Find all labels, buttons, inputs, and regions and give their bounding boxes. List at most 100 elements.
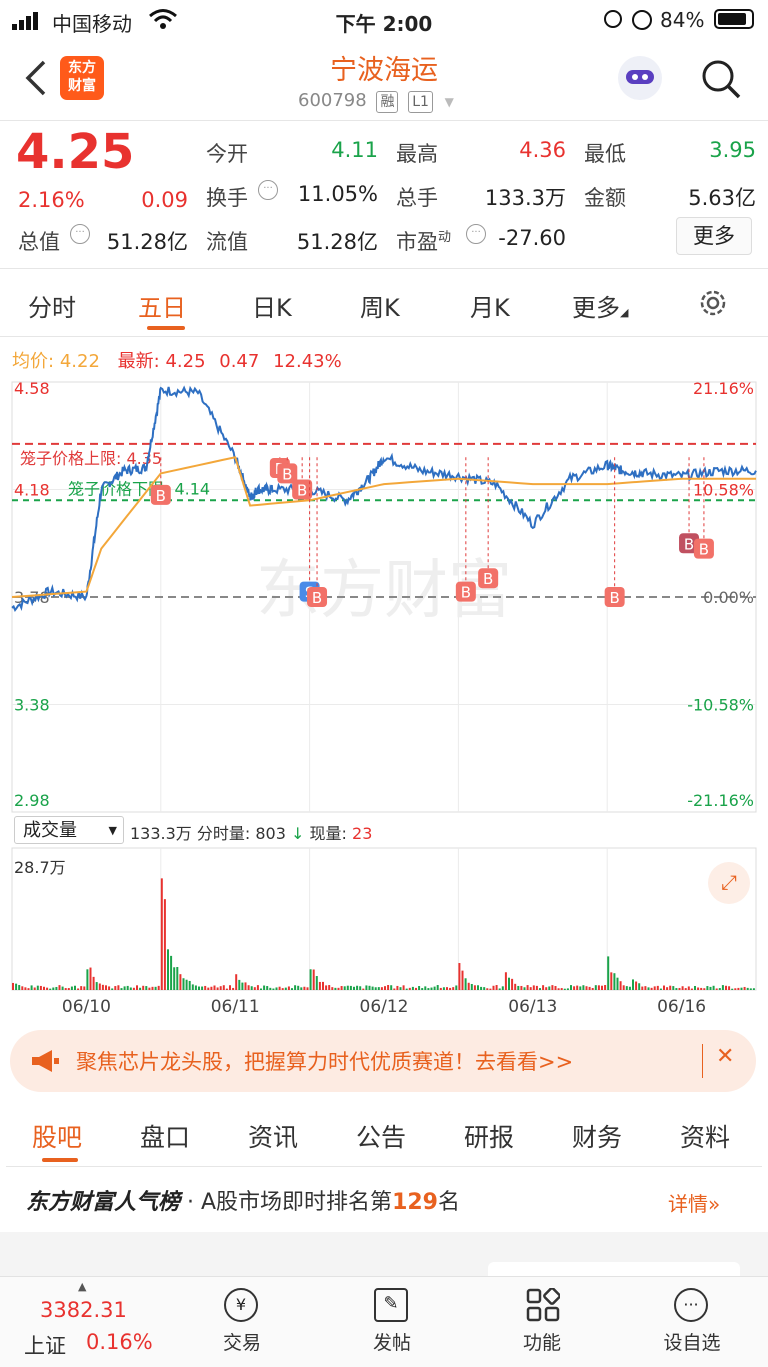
- post-edit-icon[interactable]: ✎: [374, 1288, 408, 1322]
- index-percent[interactable]: 0.16%: [86, 1330, 153, 1354]
- tab-monthly-k[interactable]: 月K: [470, 288, 510, 323]
- y-tick-right: 0.00%: [703, 588, 754, 607]
- volume-bar: [551, 985, 554, 990]
- volume-bar: [70, 986, 73, 990]
- index-value[interactable]: 3382.31: [40, 1298, 127, 1322]
- volume-bar: [80, 986, 83, 990]
- volume-bar: [225, 988, 228, 990]
- low-label: 最低: [584, 142, 626, 166]
- volume-bar: [77, 988, 80, 990]
- expand-icon[interactable]: ⤢: [708, 862, 750, 904]
- trade-marker-label: B: [461, 584, 471, 602]
- volume-bar: [442, 987, 445, 990]
- tab-five-day[interactable]: 五日: [138, 288, 186, 323]
- info-icon[interactable]: ···: [466, 224, 486, 244]
- lower-limit-label: 笼子价格下限: 4.14: [68, 479, 210, 498]
- nav-add-watchlist[interactable]: 设自选: [642, 1328, 742, 1355]
- tab-finance[interactable]: 财务: [572, 1118, 622, 1154]
- trade-marker-label: B: [297, 482, 307, 500]
- volume-bar: [483, 987, 486, 990]
- volume-bar: [74, 985, 76, 990]
- volume-bar: [384, 986, 386, 990]
- more-dots-icon[interactable]: ···: [674, 1288, 708, 1322]
- volume-bar: [154, 986, 157, 990]
- nav-functions[interactable]: 功能: [492, 1328, 592, 1355]
- volume-bar: [588, 986, 591, 990]
- close-icon[interactable]: ✕: [716, 1044, 734, 1069]
- lock-rotation-icon: [604, 10, 622, 28]
- y-tick-left: 4.18: [14, 481, 50, 500]
- volume-bar: [33, 987, 36, 990]
- volume-bar: [734, 988, 737, 990]
- volume-bar: [542, 985, 545, 990]
- volume-bar: [101, 984, 104, 990]
- volume-bar: [15, 983, 18, 990]
- volume-bar: [278, 986, 281, 990]
- volume-bar: [179, 974, 182, 990]
- volume-bar: [449, 987, 452, 990]
- nav-trade[interactable]: 交易: [192, 1328, 292, 1355]
- nav-post[interactable]: 发帖: [342, 1328, 442, 1355]
- change-amount: 0.09: [141, 188, 188, 212]
- double-chevron-icon: »: [708, 1192, 721, 1216]
- more-button[interactable]: 更多: [676, 217, 752, 255]
- volume-bar: [377, 987, 380, 990]
- robot-assistant-icon[interactable]: [618, 56, 662, 100]
- volume-bar: [461, 970, 464, 990]
- volume-bar: [98, 983, 101, 990]
- tab-research[interactable]: 研报: [464, 1118, 514, 1154]
- volume-bar: [12, 982, 14, 990]
- dropdown-icon: ◢: [620, 306, 629, 319]
- x-date-label: 06/10: [62, 997, 111, 1017]
- volume-bar: [492, 985, 495, 990]
- volume-bar: [238, 979, 241, 990]
- volume-bar: [281, 988, 284, 990]
- tab-intraday[interactable]: 分时: [28, 288, 76, 323]
- volume-bar: [95, 982, 98, 990]
- tab-profile[interactable]: 资料: [680, 1118, 730, 1154]
- tab-guba[interactable]: 股吧: [32, 1118, 82, 1154]
- tab-order-book[interactable]: 盘口: [140, 1118, 190, 1154]
- settings-gear-icon[interactable]: [696, 286, 730, 324]
- apps-grid-icon[interactable]: [526, 1287, 561, 1326]
- tab-weekly-k[interactable]: 周K: [360, 288, 400, 323]
- battery-icon: [714, 9, 754, 29]
- tab-news[interactable]: 资讯: [248, 1118, 298, 1154]
- volume-bar: [46, 987, 49, 990]
- volume-bar: [92, 976, 95, 990]
- volume-bar: [396, 985, 399, 990]
- info-icon[interactable]: ···: [258, 180, 278, 200]
- volume-bar: [167, 949, 169, 990]
- volume-bar: [653, 986, 656, 990]
- volume-bar: [148, 987, 151, 990]
- y-tick-right: -10.58%: [687, 696, 754, 715]
- rank-detail-link[interactable]: 详情»: [668, 1188, 720, 1217]
- info-icon[interactable]: ···: [70, 224, 90, 244]
- turnover-value: 11.05%: [297, 182, 378, 206]
- index-name[interactable]: 上证: [24, 1330, 66, 1360]
- volume-bar: [67, 988, 70, 990]
- volume-selector-label: 成交量: [23, 820, 77, 841]
- tab-daily-k[interactable]: 日K: [252, 288, 292, 323]
- popularity-rank[interactable]: 东方财富人气榜 · A股市场即时排名第129名: [26, 1184, 460, 1216]
- volume-selector[interactable]: 成交量 ▼: [14, 816, 124, 844]
- tab-more[interactable]: 更多◢: [572, 288, 628, 323]
- high-value: 4.36: [519, 138, 566, 162]
- volume-bar: [139, 987, 142, 990]
- tab-announcements[interactable]: 公告: [356, 1118, 406, 1154]
- volume-bar: [477, 985, 479, 990]
- search-icon[interactable]: [700, 58, 742, 104]
- volume-bar: [635, 981, 638, 990]
- trade-yuan-icon[interactable]: ¥: [224, 1288, 258, 1322]
- pe-value: -27.60: [498, 226, 566, 250]
- volume-bar: [725, 985, 727, 990]
- stock-code-row[interactable]: 600798 融 L1 ▼: [298, 90, 454, 113]
- amount-label: 金额: [584, 186, 626, 210]
- volume-bar: [185, 979, 188, 990]
- five-day-chart[interactable]: 东方财富笼子价格上限: 4.35笼子价格下限: 4.144.584.183.78…: [0, 340, 768, 1020]
- volume-bar: [570, 985, 572, 990]
- stock-header: 东方 财富 宁波海运 600798 融 L1 ▼: [0, 40, 768, 118]
- volume-bar: [498, 988, 501, 990]
- promo-banner[interactable]: 聚焦芯片龙头股，把握算力时代优质赛道！去看看>> ✕: [10, 1030, 756, 1092]
- volume-bar: [622, 985, 625, 990]
